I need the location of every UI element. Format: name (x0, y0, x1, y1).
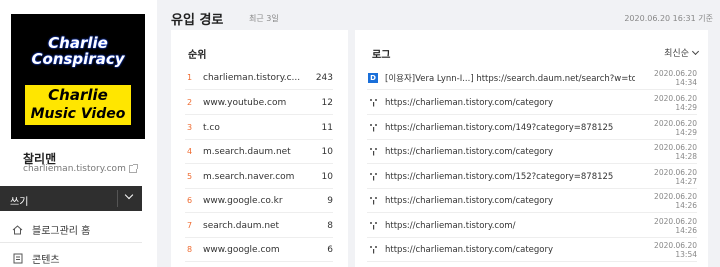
log-time: 2020.06.20 14:27 (654, 167, 697, 186)
log-row[interactable]: https://charlieman.tistory.com/category … (367, 189, 697, 213)
log-time: 2020.06.20 14:26 (654, 216, 697, 235)
rank-row[interactable]: 2 www.youtube.com 12 (185, 91, 333, 115)
external-link-icon (128, 164, 138, 173)
rank-row[interactable]: 3 t.co 11 (185, 116, 333, 140)
log-url: https://charlieman.tistory.com/ (385, 220, 516, 231)
cover-text-line: Conspiracy (31, 50, 125, 68)
log-row[interactable]: https://charlieman.tistory.com/149?categ… (367, 116, 697, 140)
chevron-down-icon[interactable] (124, 190, 134, 200)
write-button[interactable]: 쓰기 (10, 193, 28, 208)
home-icon (12, 224, 23, 235)
rank-number: 8 (187, 245, 193, 254)
log-time: 2020.06.20 14:34 (654, 68, 697, 87)
data-timestamp: 2020.06.20 16:31 기준 (624, 14, 713, 23)
rank-count: 243 (315, 72, 333, 83)
rank-count: 10 (321, 171, 333, 182)
page-title: 유입 경로 (171, 13, 224, 28)
link-icon (367, 244, 379, 256)
rank-number: 4 (187, 147, 193, 156)
log-row[interactable]: https://charlieman.tistory.com/ 2020.06.… (367, 214, 697, 238)
cover-text-line: Charlie (48, 86, 108, 104)
log-time: 2020.06.20 14:28 (654, 142, 697, 161)
cover-text-line: Music Video (30, 106, 126, 122)
rank-number: 5 (187, 172, 193, 181)
log-url: https://charlieman.tistory.com/category (385, 146, 554, 157)
link-icon (367, 122, 379, 134)
sidebar-item-blog-admin-home[interactable]: 블로그관리 홈 (0, 217, 142, 243)
sidebar-item-label: 블로그관리 홈 (32, 226, 91, 237)
sort-dropdown[interactable]: 최신순 (664, 46, 700, 59)
write-bar: 쓰기 (0, 186, 142, 211)
rank-count: 6 (327, 244, 333, 255)
sort-label: 최신순 (664, 49, 689, 59)
sidebar-item-contents[interactable]: 콘텐츠 (0, 246, 142, 267)
rank-row[interactable]: 1 charlieman.tistory.c... 243 (185, 66, 333, 90)
rank-number: 6 (187, 196, 193, 205)
log-url: https://charlieman.tistory.com/149?categ… (385, 122, 614, 133)
rank-row[interactable]: 7 search.daum.net 8 (185, 214, 333, 238)
rank-domain: www.google.co.kr (203, 195, 283, 206)
daum-badge: D (368, 72, 378, 83)
rank-panel-heading: 순위 (188, 50, 207, 61)
rank-domain: www.youtube.com (203, 97, 287, 108)
log-time: 2020.06.20 14:29 (654, 118, 697, 137)
rank-count: 10 (321, 146, 333, 157)
rank-count: 9 (327, 195, 333, 206)
rank-number: 7 (187, 221, 193, 230)
link-icon (367, 171, 379, 183)
divider (117, 190, 118, 207)
log-time: 2020.06.20 14:29 (654, 93, 697, 112)
cover-text-line: Charlie (48, 34, 108, 52)
rank-count: 12 (321, 97, 333, 108)
log-panel-heading: 로그 (372, 50, 391, 61)
rank-row[interactable]: 4 m.search.daum.net 10 (185, 140, 333, 164)
log-time: 2020.06.20 14:26 (654, 191, 697, 210)
link-icon (367, 146, 379, 158)
log-url: https://charlieman.tistory.com/category (385, 97, 554, 108)
log-row[interactable]: https://charlieman.tistory.com/category … (367, 238, 697, 262)
rank-number: 3 (187, 123, 193, 132)
rank-panel: 순위 1 charlieman.tistory.c... 243 2 www.y… (171, 30, 348, 267)
rank-domain: www.google.com (203, 244, 280, 255)
log-time: 2020.06.20 13:54 (654, 240, 697, 259)
daum-icon: D (367, 72, 379, 84)
rank-row[interactable]: 5 m.search.naver.com 10 (185, 165, 333, 189)
page-subtitle: 최근 3일 (249, 14, 279, 23)
rank-domain: charlieman.tistory.c... (203, 72, 301, 83)
blog-url-text: charlieman.tistory.com (23, 164, 126, 174)
log-url: https://charlieman.tistory.com/category (385, 244, 554, 255)
link-icon (367, 220, 379, 232)
document-icon (12, 253, 23, 264)
rank-number: 1 (187, 73, 193, 82)
rank-row[interactable]: 8 www.google.com 6 (185, 238, 333, 262)
link-icon (367, 195, 379, 207)
log-row[interactable]: D [이용자]Vera Lynn-I...] https://search.da… (367, 66, 697, 90)
link-icon (367, 97, 379, 109)
rank-domain: m.search.naver.com (203, 171, 295, 182)
blog-cover-image[interactable]: Charlie Conspiracy Charlie Music Video (11, 14, 145, 139)
log-url: https://charlieman.tistory.com/category (385, 195, 554, 206)
rank-count: 11 (321, 122, 333, 133)
sidebar: Charlie Conspiracy Charlie Music Video 찰… (0, 0, 157, 267)
log-url: [이용자]Vera Lynn-I...] https://search.daum… (385, 73, 635, 84)
log-panel: 로그 최신순 D [이용자]Vera Lynn-I...] https://se… (355, 30, 708, 267)
log-row[interactable]: https://charlieman.tistory.com/category … (367, 140, 697, 164)
rank-domain: t.co (203, 122, 220, 133)
blog-url-link[interactable]: charlieman.tistory.com (23, 164, 138, 174)
log-row[interactable]: https://charlieman.tistory.com/152?categ… (367, 165, 697, 189)
rank-number: 2 (187, 98, 193, 107)
sidebar-item-label: 콘텐츠 (32, 255, 60, 266)
rank-domain: search.daum.net (203, 220, 280, 231)
rank-domain: m.search.daum.net (203, 146, 291, 157)
log-row[interactable]: https://charlieman.tistory.com/category … (367, 91, 697, 115)
rank-count: 8 (327, 220, 333, 231)
chevron-down-icon (691, 47, 700, 55)
log-url: https://charlieman.tistory.com/152?categ… (385, 171, 614, 182)
rank-row[interactable]: 6 www.google.co.kr 9 (185, 189, 333, 213)
